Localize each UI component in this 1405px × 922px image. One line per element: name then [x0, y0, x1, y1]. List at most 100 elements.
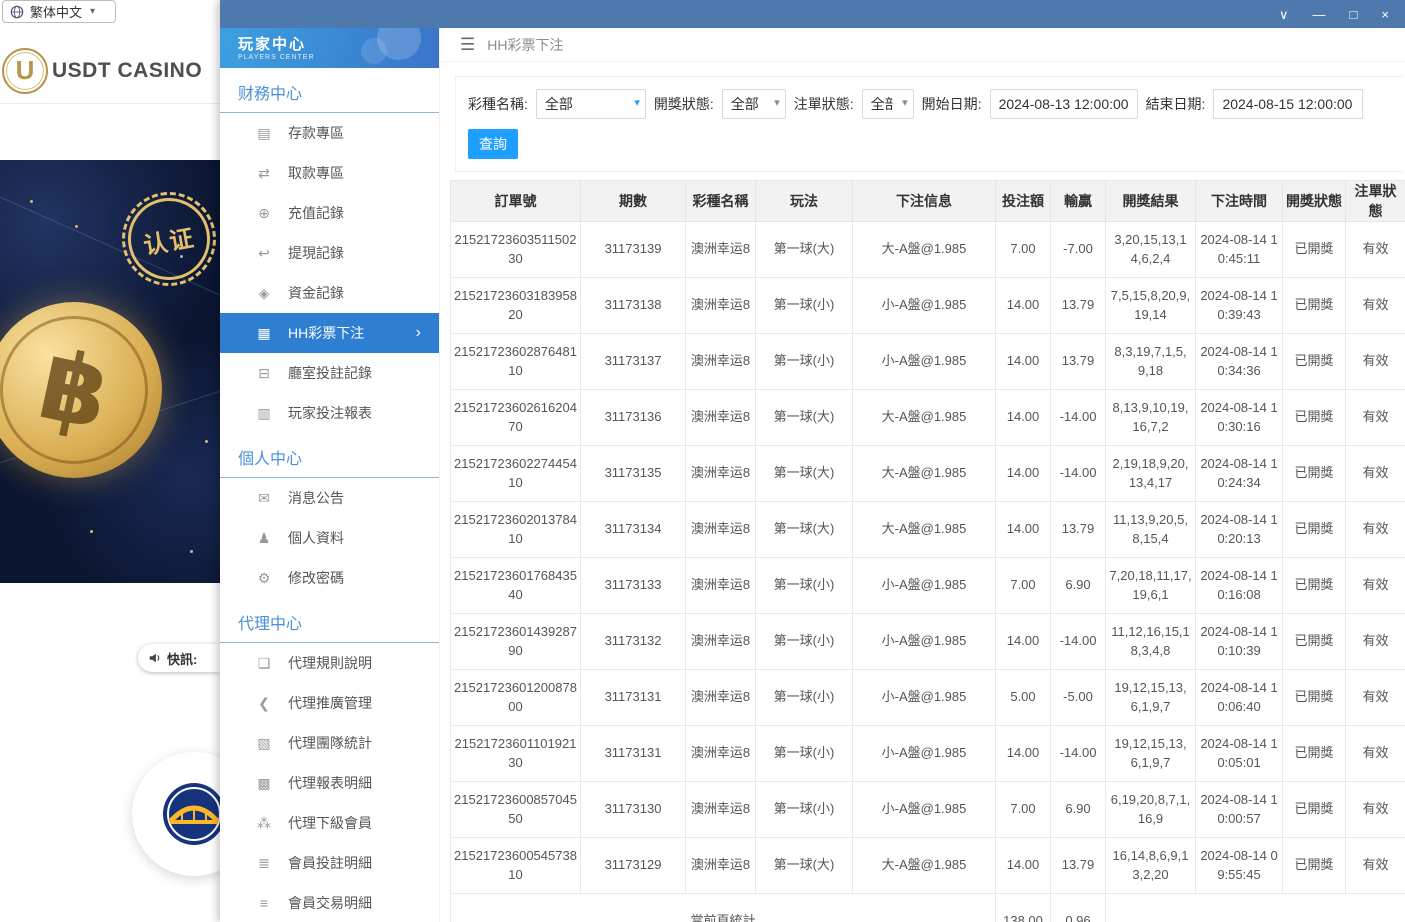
sidebar-item-announcements[interactable]: ✉消息公告	[220, 478, 439, 518]
sidebar-item-agent-sub-members[interactable]: ⁂代理下級會員	[220, 803, 439, 843]
table-cell: 14.00	[996, 614, 1051, 670]
news-label: 快訊:	[167, 649, 197, 668]
player-bet-report-icon: ▥	[256, 405, 272, 422]
window-maximize-button[interactable]: □	[1350, 8, 1358, 21]
table-cell: 已開獎	[1283, 502, 1346, 558]
table-cell: 3,20,15,13,14,6,2,4	[1106, 222, 1196, 278]
table-cell: 19,12,15,13,6,1,9,7	[1106, 670, 1196, 726]
sidebar-item-agent-promotion[interactable]: ❮代理推廣管理	[220, 683, 439, 723]
sidebar-item-change-password[interactable]: ⚙ 修改密碼	[220, 558, 439, 598]
sidebar-item-label: 代理下級會員	[288, 813, 372, 833]
table-cell: 第一球(大)	[756, 446, 853, 502]
table-cell: 有效	[1346, 446, 1405, 502]
table-cell: 大-A盤@1.985	[853, 390, 996, 446]
table-cell: 14.00	[996, 334, 1051, 390]
sidebar-item-profile[interactable]: ♟個人資料	[220, 518, 439, 558]
sidebar-item-player-bet-report[interactable]: ▥玩家投注報表	[220, 393, 439, 433]
table-cell: 2152172360227445410	[451, 446, 581, 502]
lottery-name-select[interactable]: 全部	[536, 89, 646, 119]
search-button[interactable]: 查詢	[468, 129, 518, 159]
sidebar-item-agent-rules[interactable]: ❏代理規則說明	[220, 643, 439, 683]
sidebar-item-label: 代理報表明細	[288, 773, 372, 793]
news-ticker[interactable]: 快訊:	[138, 644, 220, 672]
table-cell: 第一球(小)	[756, 782, 853, 838]
app-window: ∨ — □ × 玩家中心 PLAYERS CENTER 财務中心▤存款專區⇄取款…	[220, 0, 1405, 922]
sidebar-item-label: 會員投註明細	[288, 853, 372, 873]
sidebar-item-label: 個人資料	[288, 528, 344, 548]
start-date-input[interactable]	[990, 89, 1138, 119]
table-row: 215217236035115023031173139澳洲幸运8第一球(大)大-…	[451, 222, 1405, 278]
column-header: 玩法	[756, 181, 853, 222]
brand-monogram: U	[2, 48, 48, 94]
table-cell: 已開獎	[1283, 222, 1346, 278]
table-cell: 2152172360351150230	[451, 222, 581, 278]
table-cell: 2024-08-14 10:10:39	[1196, 614, 1283, 670]
table-cell: 14.00	[996, 446, 1051, 502]
table-cell: 2152172360261620470	[451, 390, 581, 446]
window-close-button[interactable]: ×	[1381, 8, 1389, 21]
table-cell: 第一球(小)	[756, 670, 853, 726]
table-cell: 澳洲幸运8	[686, 614, 756, 670]
sidebar-header-title: 玩家中心	[238, 33, 439, 54]
sidebar-header: 玩家中心 PLAYERS CENTER	[220, 28, 439, 68]
table-cell: 5.00	[996, 670, 1051, 726]
language-selector[interactable]: 繁体中文 ▾	[2, 0, 116, 23]
table-cell: -14.00	[1051, 390, 1106, 446]
table-cell: 已開獎	[1283, 670, 1346, 726]
table-cell: 小-A盤@1.985	[853, 558, 996, 614]
table-cell: 澳洲幸运8	[686, 726, 756, 782]
announcements-icon: ✉	[256, 490, 272, 507]
hamburger-menu-icon[interactable]: ☰	[460, 35, 475, 55]
sidebar-item-deposit[interactable]: ▤存款專區	[220, 113, 439, 153]
sidebar-section-title: 個人中心	[220, 433, 439, 478]
sidebar-item-label: 代理規則說明	[288, 653, 372, 673]
window-minimize-button[interactable]: —	[1313, 8, 1326, 21]
table-row: 215217236005457381031173129澳洲幸运8第一球(大)大-…	[451, 838, 1405, 894]
main-content: ☰ HH彩票下注 彩種名稱: 全部 ▾ 開獎狀態: 全部	[440, 28, 1405, 922]
window-collapse-button[interactable]: ∨	[1279, 8, 1289, 21]
sidebar-item-room-bets-records[interactable]: ⊟廳室投註記錄	[220, 353, 439, 393]
table-cell: 第一球(大)	[756, 502, 853, 558]
sidebar-item-agent-report-detail[interactable]: ▩代理報表明細	[220, 763, 439, 803]
sidebar-item-label: 修改密碼	[288, 568, 344, 588]
column-header: 訂單號	[451, 181, 581, 222]
table-cell: 第一球(大)	[756, 390, 853, 446]
table-cell: 14.00	[996, 838, 1051, 894]
draw-status-select[interactable]: 全部	[722, 89, 786, 119]
table-cell: 13.79	[1051, 838, 1106, 894]
language-label: 繁体中文	[30, 2, 82, 21]
column-header: 期數	[581, 181, 686, 222]
table-cell: 2152172360287648110	[451, 334, 581, 390]
sidebar-item-member-bets-detail[interactable]: ≣會員投註明細	[220, 843, 439, 883]
column-header: 下注信息	[853, 181, 996, 222]
bitcoin-symbol: ฿	[30, 328, 119, 451]
footer-win-total: 0.96	[1051, 894, 1106, 922]
sidebar-item-funds-records[interactable]: ◈資金記錄	[220, 273, 439, 313]
table-cell: 2152172360176843540	[451, 558, 581, 614]
table-cell: 第一球(大)	[756, 222, 853, 278]
table-cell: -14.00	[1051, 614, 1106, 670]
sidebar-item-withdrawal-records[interactable]: ↩提現記錄	[220, 233, 439, 273]
sidebar-item-member-transactions[interactable]: ≡會員交易明細	[220, 883, 439, 922]
table-cell: 澳洲幸运8	[686, 558, 756, 614]
order-status-select[interactable]: 全部	[862, 89, 914, 119]
table-cell: 31173139	[581, 222, 686, 278]
table-row: 215217236031839582031173138澳洲幸运8第一球(小)小-…	[451, 278, 1405, 334]
footer-stats-label: 當前頁統計	[451, 894, 996, 922]
table-cell: 2024-08-14 10:39:43	[1196, 278, 1283, 334]
sidebar-item-agent-team-stats[interactable]: ▧代理團隊統計	[220, 723, 439, 763]
table-cell: 2152172360110192130	[451, 726, 581, 782]
table-cell: 有效	[1346, 614, 1405, 670]
end-date-input[interactable]	[1213, 89, 1363, 119]
change-password-icon: ⚙	[256, 570, 272, 587]
sidebar-item-withdraw[interactable]: ⇄取款專區	[220, 153, 439, 193]
sidebar-item-recharge-records[interactable]: ⊕充值記錄	[220, 193, 439, 233]
sidebar-item-label: 代理推廣管理	[288, 693, 372, 713]
sidebar-item-lottery-bets[interactable]: ▦HH彩票下注›	[220, 313, 439, 353]
network-decoration	[30, 200, 33, 203]
sidebar-item-label: 代理團隊統計	[288, 733, 372, 753]
table-row: 215217236014392879031173132澳洲幸运8第一球(小)小-…	[451, 614, 1405, 670]
recharge-records-icon: ⊕	[256, 205, 272, 222]
table-cell: 14.00	[996, 390, 1051, 446]
table-row: 215217236022744541031173135澳洲幸运8第一球(大)大-…	[451, 446, 1405, 502]
